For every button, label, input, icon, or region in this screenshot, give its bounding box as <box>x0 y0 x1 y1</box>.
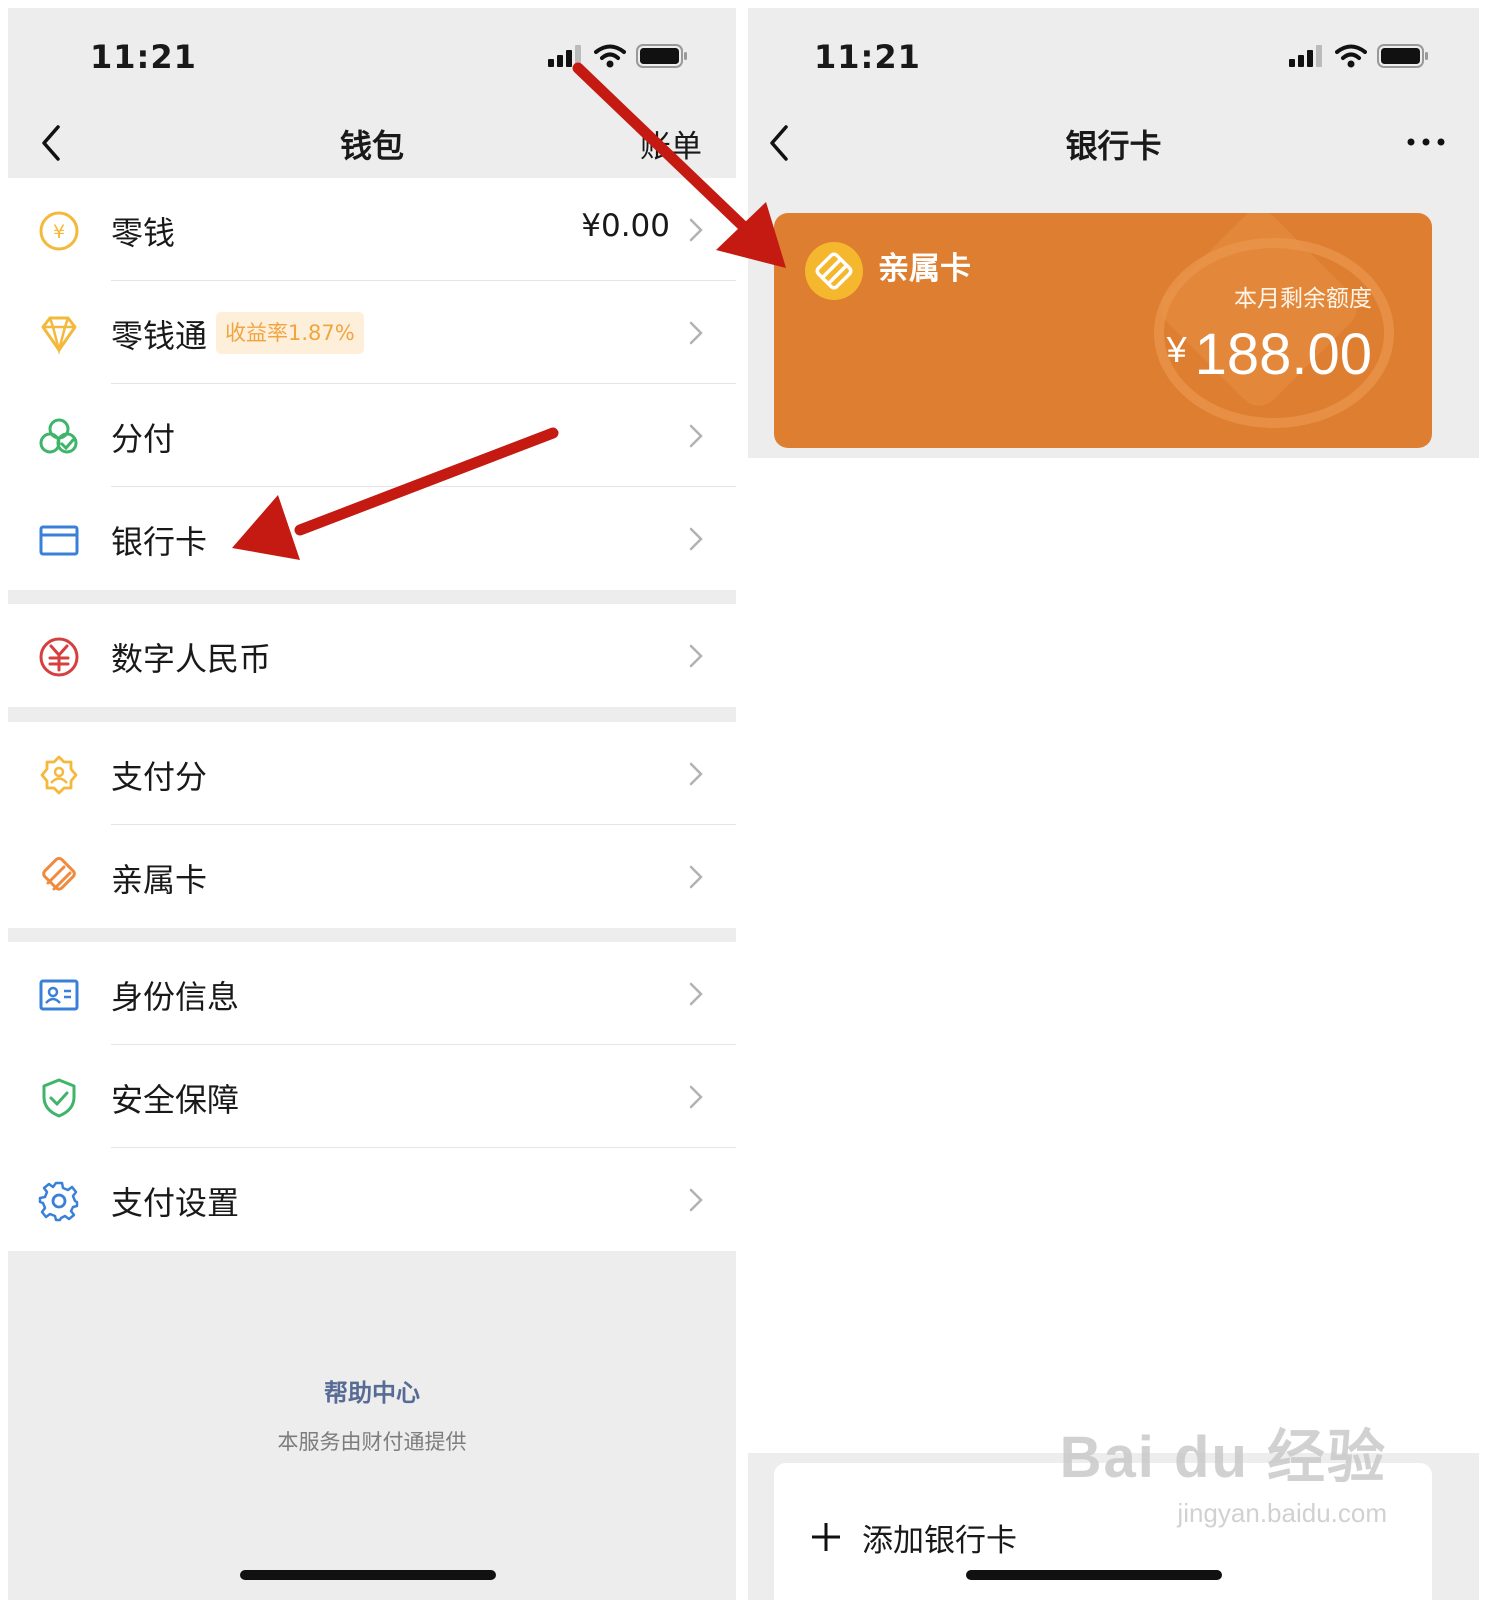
status-bar: 11:21 <box>748 8 1479 103</box>
signal-icon <box>548 45 581 67</box>
bill-button[interactable]: 账单 <box>640 121 702 166</box>
service-provider-note: 本服务由财付通提供 <box>277 1430 467 1454</box>
row-label: 银行卡 <box>111 523 208 561</box>
gear-icon <box>38 1181 79 1222</box>
chevron-right-icon <box>689 1188 703 1212</box>
chevron-right-icon <box>689 762 703 786</box>
row-pay-settings[interactable]: 支付设置 <box>8 1148 736 1251</box>
bank-card-icon <box>39 525 79 556</box>
wallet-group-score: 支付分 亲属卡 <box>8 722 736 928</box>
status-time: 11:21 <box>814 38 921 76</box>
row-pay-score[interactable]: 支付分 <box>8 722 736 825</box>
plus-icon <box>812 1523 840 1551</box>
chevron-right-icon <box>689 321 703 345</box>
row-label: 身份信息 <box>111 978 240 1016</box>
chevron-right-icon <box>689 865 703 889</box>
signal-icon <box>1289 45 1322 67</box>
change-balance: ¥0.00 <box>581 208 670 244</box>
digital-rmb-icon <box>39 637 79 677</box>
row-label: 支付分 <box>111 758 208 796</box>
row-label: 零钱通 <box>111 317 208 355</box>
chevron-right-icon <box>689 644 703 668</box>
add-bank-card-label: 添加银行卡 <box>862 1523 1017 1559</box>
home-indicator[interactable] <box>966 1570 1222 1580</box>
page-title: 钱包 <box>339 127 404 165</box>
wallet-group-main: ¥ 零钱 ¥0.00 零钱通 收益率1.87% 分付 银行卡 <box>8 178 736 590</box>
family-card-icon <box>805 242 863 300</box>
row-identity[interactable]: 身份信息 <box>8 942 736 1045</box>
yield-badge: 收益率1.87% <box>216 312 364 354</box>
chevron-right-icon <box>689 218 703 242</box>
battery-icon <box>636 44 687 68</box>
chevron-right-icon <box>689 424 703 448</box>
svg-text:¥: ¥ <box>53 221 65 243</box>
card-quota-amount: ¥188.00 <box>1166 322 1372 387</box>
row-change[interactable]: ¥ 零钱 ¥0.00 <box>8 178 736 281</box>
row-family-card[interactable]: 亲属卡 <box>8 825 736 928</box>
row-label: 分付 <box>111 420 176 458</box>
row-label: 安全保障 <box>111 1081 240 1119</box>
card-quota-label: 本月剩余额度 <box>1234 286 1372 312</box>
id-card-icon <box>39 979 79 1011</box>
chevron-right-icon <box>689 982 703 1006</box>
chevron-right-icon <box>689 527 703 551</box>
clover-icon <box>39 418 78 454</box>
row-lingqiantong[interactable]: 零钱通 收益率1.87% <box>8 281 736 384</box>
row-bankcard[interactable]: 银行卡 <box>8 487 736 590</box>
row-digital-rmb[interactable]: 数字人民币 <box>8 604 736 707</box>
wallet-group-digital: 数字人民币 <box>8 604 736 707</box>
wallet-screen: 11:21 钱包 账单 ¥ 零钱 ¥0.00 零钱通 收益率1.87% 分付 银… <box>8 8 736 1600</box>
help-center-link[interactable]: 帮助中心 <box>8 1373 736 1408</box>
home-indicator[interactable] <box>240 1570 496 1580</box>
chevron-right-icon <box>689 1085 703 1109</box>
pay-score-badge-icon <box>40 755 78 795</box>
row-fenfu[interactable]: 分付 <box>8 384 736 487</box>
status-bar: 11:21 <box>8 8 736 103</box>
row-label: 支付设置 <box>111 1184 240 1222</box>
yuan-coin-icon: ¥ <box>39 211 79 251</box>
family-card-tile[interactable]: 亲属卡 本月剩余额度 ¥188.00 <box>774 213 1432 448</box>
battery-icon <box>1377 44 1428 68</box>
row-label: 亲属卡 <box>111 861 208 899</box>
family-card-icon <box>42 857 76 891</box>
wifi-icon <box>594 44 626 68</box>
row-security[interactable]: 安全保障 <box>8 1045 736 1148</box>
row-label: 数字人民币 <box>111 640 272 678</box>
page-title: 银行卡 <box>1065 127 1162 165</box>
nav-bar: 钱包 账单 <box>8 103 736 183</box>
card-name: 亲属卡 <box>878 251 971 287</box>
row-label: 零钱 <box>111 214 176 252</box>
shield-icon <box>42 1078 76 1118</box>
diamond-icon <box>41 316 77 355</box>
status-time: 11:21 <box>90 38 197 76</box>
more-icon[interactable] <box>1405 127 1447 157</box>
wifi-icon <box>1335 44 1367 68</box>
bankcard-screen: 11:21 银行卡 亲属卡 本月剩余额度 ¥188.00 添加银行卡 <box>748 8 1479 1600</box>
wallet-group-settings: 身份信息 安全保障 支付设置 <box>8 942 736 1251</box>
nav-bar: 银行卡 <box>748 103 1479 183</box>
